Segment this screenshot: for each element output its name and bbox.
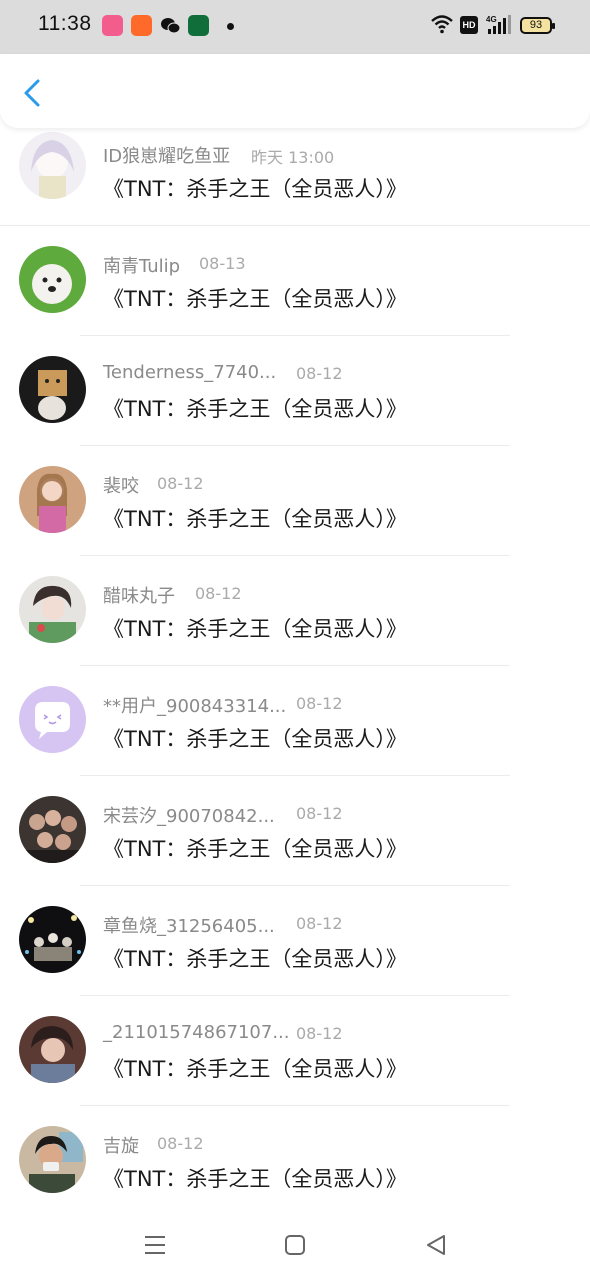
list-item[interactable]: 醋味丸子 08-12 《TNT：杀手之王（全员恶人）》 — [0, 556, 590, 666]
bilibili-app-icon — [102, 15, 123, 36]
wechat-icon — [160, 15, 181, 36]
username[interactable]: Tenderness_7740... — [103, 362, 276, 383]
message-title: 《TNT：杀手之王（全员恶人）》 — [103, 507, 407, 531]
chevron-left-icon — [24, 79, 40, 107]
message-date: 08-12 — [157, 474, 204, 493]
top-header — [0, 54, 590, 128]
list-item[interactable]: ID狼崽耀吃鱼亚 昨天 13:00 《TNT：杀手之王（全员恶人）》 — [0, 128, 590, 226]
status-bar: 11:38 HD 4G 93 — [0, 0, 590, 54]
menu-icon — [145, 1236, 165, 1254]
signal-4g-icon: 4G — [486, 14, 512, 38]
message-date: 08-12 — [296, 364, 343, 383]
message-date: 08-12 — [296, 804, 343, 823]
username[interactable]: _21101574867107... — [103, 1022, 290, 1043]
notification-dot-icon — [227, 23, 234, 30]
message-date: 08-12 — [157, 1134, 204, 1153]
green-app-icon — [188, 15, 209, 36]
list-item[interactable]: 南青Tulip 08-13 《TNT：杀手之王（全员恶人）》 — [0, 226, 590, 336]
list-item[interactable]: 裴咬 08-12 《TNT：杀手之王（全员恶人）》 — [0, 446, 590, 556]
battery-indicator: 93 — [520, 17, 555, 34]
list-item[interactable]: 宋芸汐_90070842... 08-12 《TNT：杀手之王（全员恶人）》 — [0, 776, 590, 886]
username[interactable]: 吉旋 — [103, 1132, 139, 1158]
list-item[interactable]: Tenderness_7740... 08-12 《TNT：杀手之王（全员恶人）… — [0, 336, 590, 446]
menu-button[interactable] — [142, 1232, 168, 1258]
list-item[interactable]: 章鱼烧_31256405... 08-12 《TNT：杀手之王（全员恶人）》 — [0, 886, 590, 996]
message-date: 08-12 — [296, 694, 343, 713]
username[interactable]: 裴咬 — [103, 472, 139, 498]
list-item[interactable]: _21101574867107... 08-12 《TNT：杀手之王（全员恶人）… — [0, 996, 590, 1106]
wifi-icon — [430, 14, 454, 38]
orange-app-icon — [131, 15, 152, 36]
username[interactable]: 醋味丸子 — [103, 582, 175, 608]
message-date: 08-13 — [199, 254, 246, 273]
home-button[interactable] — [282, 1232, 308, 1258]
avatar[interactable] — [19, 906, 86, 973]
system-nav-bar — [0, 1210, 590, 1280]
back-button[interactable] — [18, 76, 48, 110]
back-triangle-icon — [427, 1235, 445, 1255]
message-date: 08-12 — [296, 1024, 343, 1043]
svg-text:4G: 4G — [486, 15, 497, 24]
home-square-icon — [285, 1235, 305, 1255]
hd-icon: HD — [460, 16, 478, 34]
username[interactable]: ID狼崽耀吃鱼亚 — [103, 142, 230, 168]
username[interactable]: 宋芸汐_90070842... — [103, 802, 275, 828]
avatar[interactable] — [19, 686, 86, 753]
message-date: 08-12 — [296, 914, 343, 933]
message-title: 《TNT：杀手之王（全员恶人）》 — [103, 617, 407, 641]
avatar[interactable] — [19, 466, 86, 533]
message-title: 《TNT：杀手之王（全员恶人）》 — [103, 1167, 407, 1191]
message-date: 08-12 — [195, 584, 242, 603]
message-date: 昨天 13:00 — [251, 148, 335, 167]
message-title: 《TNT：杀手之王（全员恶人）》 — [103, 837, 407, 861]
message-title: 《TNT：杀手之王（全员恶人）》 — [103, 287, 407, 311]
message-title: 《TNT：杀手之王（全员恶人）》 — [103, 727, 407, 751]
list-item[interactable]: 吉旋 08-12 《TNT：杀手之王（全员恶人）》 — [0, 1106, 590, 1210]
username[interactable]: **用户_900843314... — [103, 692, 286, 718]
message-title: 《TNT：杀手之王（全员恶人）》 — [103, 397, 407, 421]
message-title: 《TNT：杀手之王（全员恶人）》 — [103, 177, 407, 201]
list-item[interactable]: **用户_900843314... 08-12 《TNT：杀手之王（全员恶人）》 — [0, 666, 590, 776]
message-title: 《TNT：杀手之王（全员恶人）》 — [103, 947, 407, 971]
avatar[interactable] — [19, 356, 86, 423]
avatar[interactable] — [19, 132, 86, 199]
avatar[interactable] — [19, 796, 86, 863]
message-list[interactable]: ID狼崽耀吃鱼亚 昨天 13:00 《TNT：杀手之王（全员恶人）》 南青Tul… — [0, 128, 590, 1210]
avatar[interactable] — [19, 246, 86, 313]
system-back-button[interactable] — [423, 1232, 449, 1258]
avatar[interactable] — [19, 576, 86, 643]
avatar[interactable] — [19, 1126, 86, 1193]
status-time: 11:38 — [38, 12, 92, 35]
avatar[interactable] — [19, 1016, 86, 1083]
message-title: 《TNT：杀手之王（全员恶人）》 — [103, 1057, 407, 1081]
username[interactable]: 章鱼烧_31256405... — [103, 912, 275, 938]
username[interactable]: 南青Tulip — [103, 252, 180, 278]
